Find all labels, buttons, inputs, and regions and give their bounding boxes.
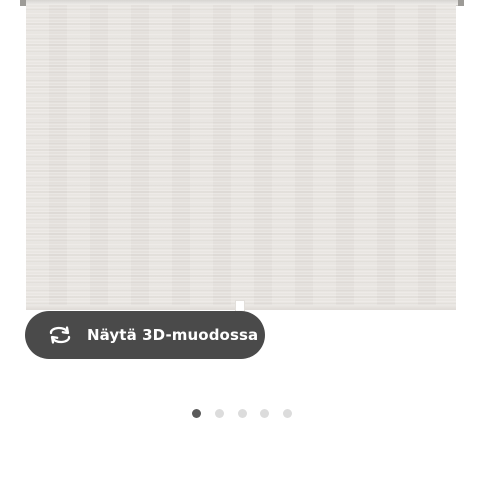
carousel-dot[interactable] [192, 408, 201, 418]
rotate-3d-icon [47, 325, 73, 345]
view-in-3d-button[interactable]: Näytä 3D-muodossa [25, 311, 265, 359]
carousel-dot[interactable] [283, 408, 292, 418]
blind-roller-end-right [458, 0, 464, 6]
carousel-dot[interactable] [214, 408, 224, 418]
carousel-pagination [192, 406, 292, 420]
view-in-3d-label: Näytä 3D-muodossa [87, 326, 259, 344]
carousel-dot[interactable] [237, 408, 247, 418]
carousel-dot[interactable] [260, 408, 270, 418]
blind-fabric [26, 5, 456, 305]
product-image[interactable] [0, 0, 480, 320]
